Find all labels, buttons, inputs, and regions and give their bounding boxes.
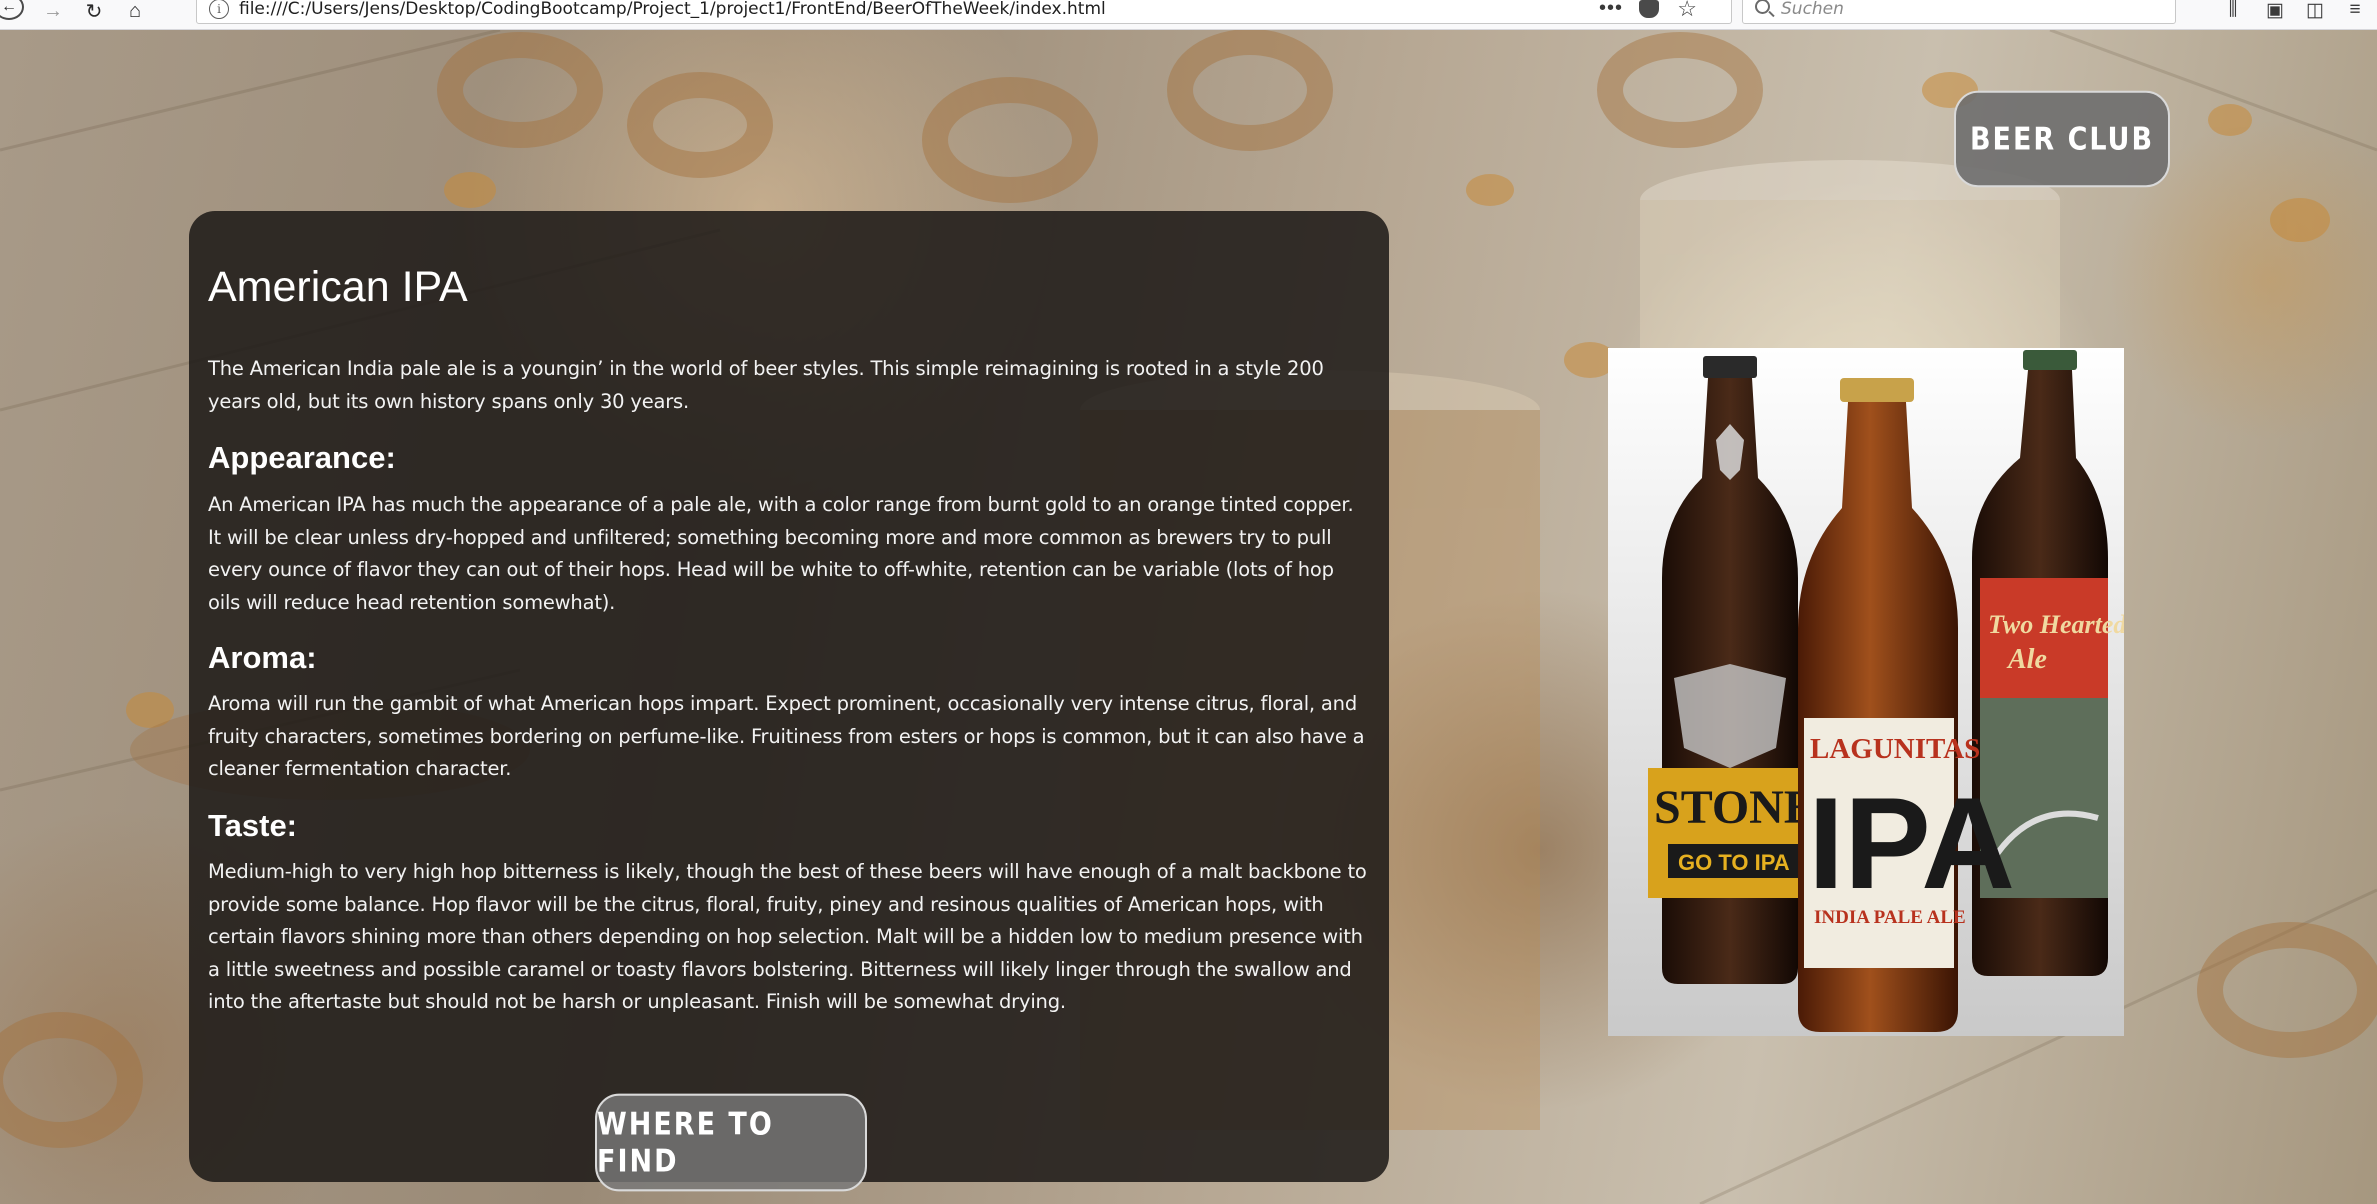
lagunitas-ipa: IPA <box>1808 770 2015 916</box>
info-icon[interactable]: i <box>209 0 229 19</box>
two-hearted-name-1: Two Hearted <box>1988 610 2124 639</box>
where-to-find-button[interactable]: WHERE TO FIND <box>595 1093 867 1192</box>
search-bar[interactable] <box>1742 0 2176 24</box>
reload-icon[interactable]: ↻ <box>79 0 109 23</box>
address-bar[interactable]: i file:///C:/Users/Jens/Desktop/CodingBo… <box>196 0 1732 24</box>
appearance-text: An American IPA has much the appearance … <box>208 493 1354 614</box>
browser-toolbar: ← → ↻ ⌂ i file:///C:/Users/Jens/Desktop/… <box>0 0 2377 30</box>
pocket-icon[interactable] <box>1639 0 1659 18</box>
stone-label: STONE <box>1654 781 1816 834</box>
taste-heading: Taste: <box>208 808 298 843</box>
search-input[interactable] <box>1781 0 2161 21</box>
page-actions-icon[interactable]: ••• <box>1599 0 1623 20</box>
library-icon[interactable]: ⫼ <box>2220 0 2246 22</box>
beer-bottles-image: STONE GO TO IPA Two Hearted Ale STONE LA… <box>1608 348 2124 1036</box>
sidebar-icon[interactable]: ◫ <box>2302 0 2328 22</box>
aroma-text: Aroma will run the gambit of what Americ… <box>208 692 1365 780</box>
beer-info-panel: American IPA The American India pale ale… <box>189 211 1389 1192</box>
back-icon[interactable]: ← <box>0 0 24 20</box>
forward-icon[interactable]: → <box>38 0 68 22</box>
taste-text: Medium-high to very high hop bitterness … <box>208 860 1367 1013</box>
appearance-heading: Appearance: <box>208 440 396 475</box>
bookmarks-icon[interactable]: ▣ <box>2262 0 2288 22</box>
aroma-heading: Aroma: <box>208 640 317 675</box>
two-hearted-name-2: Ale <box>2006 644 2047 675</box>
beer-club-button[interactable]: BEER CLUB <box>1954 90 2170 188</box>
page-background: BEER CLUB American IPA The American Indi… <box>0 30 2377 1204</box>
bookmark-star-icon[interactable]: ☆ <box>1677 0 1697 22</box>
beer-intro: The American India pale ale is a youngin… <box>208 357 1324 413</box>
beer-title: American IPA <box>208 263 468 311</box>
stone-tag: GO TO IPA <box>1678 850 1790 875</box>
lagunitas-label: LAGUNITAS <box>1810 733 1980 765</box>
menu-icon[interactable]: ≡ <box>2342 0 2368 22</box>
search-icon <box>1755 0 1770 14</box>
url-text[interactable]: file:///C:/Users/Jens/Desktop/CodingBoot… <box>239 0 1106 19</box>
lagunitas-sub: INDIA PALE ALE <box>1814 907 1966 928</box>
home-icon[interactable]: ⌂ <box>120 0 150 22</box>
